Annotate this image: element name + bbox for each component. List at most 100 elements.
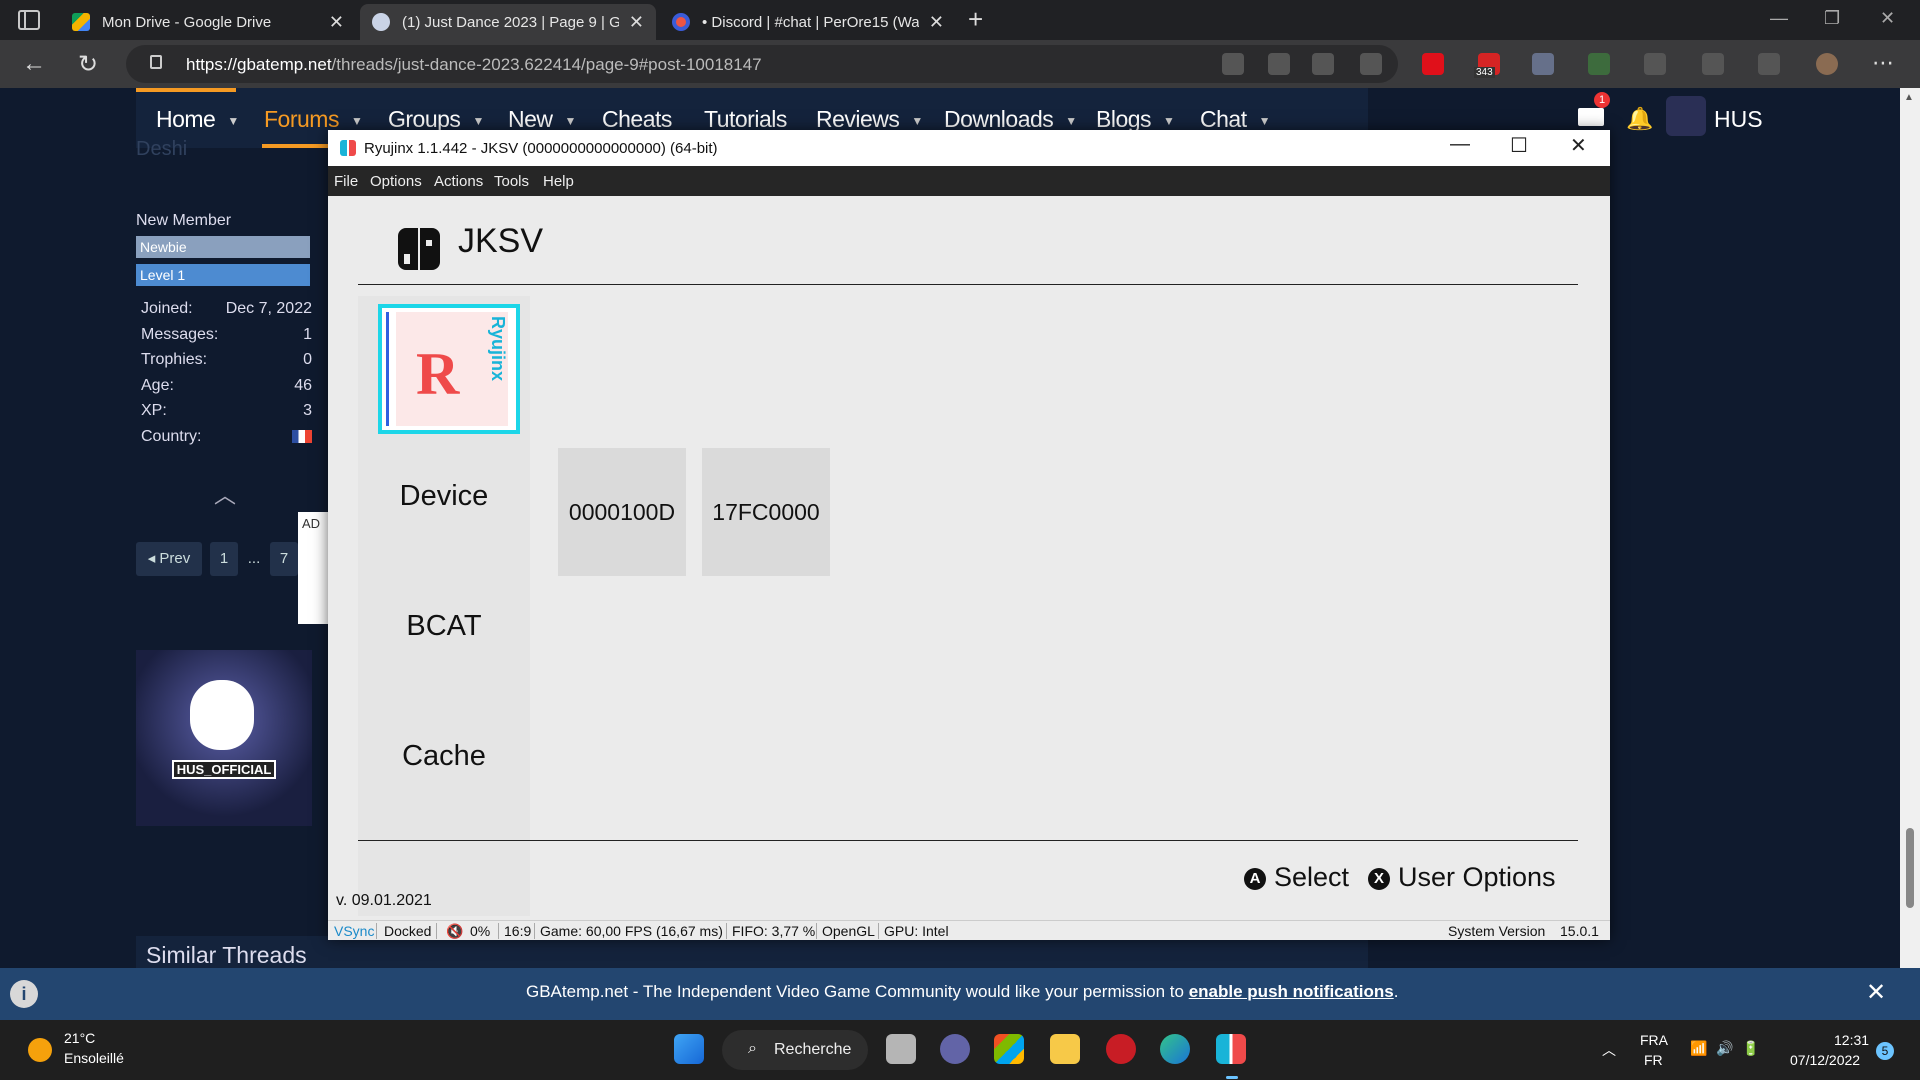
task-view-icon[interactable] xyxy=(886,1034,916,1064)
similar-threads-heading: Similar Threads xyxy=(146,942,307,968)
extensions-icon[interactable] xyxy=(1644,53,1666,75)
collections-icon[interactable] xyxy=(1758,53,1780,75)
battery-icon[interactable]: 🔋 xyxy=(1742,1040,1759,1057)
translate-icon[interactable] xyxy=(1312,53,1334,75)
nav-home[interactable]: Home ▼ xyxy=(156,106,239,133)
reload-icon[interactable]: ↻ xyxy=(78,50,98,79)
screen-icon[interactable] xyxy=(1588,53,1610,75)
page-7-button[interactable]: 7 xyxy=(270,542,298,576)
member-profile-card: Deshi New Member Newbie Level 1 Joined: … xyxy=(136,138,316,1008)
clock-date[interactable]: 07/12/2022 xyxy=(1790,1052,1860,1068)
menu-help[interactable]: Help xyxy=(543,173,574,190)
nav-tutorials[interactable]: Tutorials xyxy=(704,106,787,133)
username[interactable]: HUS xyxy=(1714,106,1763,133)
menu-tools[interactable]: Tools xyxy=(494,173,529,190)
app-available-icon[interactable] xyxy=(1222,53,1244,75)
scroll-up-icon[interactable]: ▲ xyxy=(1904,92,1914,103)
close-tab-icon[interactable]: ✕ xyxy=(629,12,644,33)
teams-chat-icon[interactable] xyxy=(940,1034,970,1064)
sidebar-item-cache[interactable]: Cache xyxy=(358,740,530,773)
app-icon[interactable] xyxy=(1106,1034,1136,1064)
shield-icon[interactable] xyxy=(1532,53,1554,75)
new-tab-button[interactable]: + xyxy=(968,4,983,35)
sidebar-item-device[interactable]: Device xyxy=(358,480,530,513)
youtube-extension-icon[interactable] xyxy=(1422,53,1444,75)
close-tab-icon[interactable]: ✕ xyxy=(329,12,344,33)
member-role: New Member xyxy=(136,212,232,229)
wifi-icon[interactable]: 📶 xyxy=(1690,1040,1707,1057)
sidebar-item-bcat[interactable]: BCAT xyxy=(358,610,530,643)
user-options-hint[interactable]: X User Options xyxy=(1368,862,1556,893)
menu-options[interactable]: Options xyxy=(370,173,422,190)
dock-mode-toggle[interactable]: Docked xyxy=(384,923,431,939)
tab-discord[interactable]: • Discord | #chat | PerOre15 (Wap ✕ xyxy=(660,4,956,40)
back-icon[interactable]: ← xyxy=(22,50,46,78)
nav-new[interactable]: New ▼ xyxy=(508,106,576,133)
user-card-selected[interactable]: R Ryujinx xyxy=(378,304,520,434)
menu-file[interactable]: File xyxy=(334,173,358,190)
member-name[interactable]: Deshi xyxy=(136,138,187,161)
scrollbar-thumb[interactable] xyxy=(1906,828,1914,908)
chevron-up-icon[interactable]: ︿ xyxy=(214,478,236,510)
sidebar-toggle-icon[interactable] xyxy=(18,10,40,30)
taskbar-search[interactable]: ⌕ Recherche xyxy=(722,1030,868,1070)
page-scrollbar[interactable]: ▲ ▼ xyxy=(1900,88,1920,1020)
clock-time[interactable]: 12:31 xyxy=(1834,1032,1869,1048)
discord-icon xyxy=(672,13,690,31)
windows-start-icon[interactable] xyxy=(674,1034,704,1064)
vsync-toggle[interactable]: VSync xyxy=(334,923,374,939)
ryujinx-taskbar-icon[interactable] xyxy=(1216,1034,1246,1064)
volume-icon[interactable]: 🔇 xyxy=(446,923,463,940)
ryujinx-window: Ryujinx 1.1.442 - JKSV (0000000000000000… xyxy=(328,130,1610,940)
restore-icon[interactable]: ❐ xyxy=(1824,8,1840,29)
notification-count-badge[interactable]: 5 xyxy=(1876,1042,1894,1060)
tab-label: (1) Just Dance 2023 | Page 9 | GBAtemp.n… xyxy=(402,13,619,31)
url-text: https://gbatemp.net/threads/just-dance-2… xyxy=(186,55,762,75)
fifo-status: FIFO: 3,77 % xyxy=(732,923,816,939)
nav-cheats[interactable]: Cheats xyxy=(602,106,672,133)
save-tile[interactable]: 17FC0000 xyxy=(702,448,830,576)
nav-reviews[interactable]: Reviews ▼ xyxy=(816,106,923,133)
url-field[interactable]: https://gbatemp.net/threads/just-dance-2… xyxy=(126,45,1398,83)
tab-google-drive[interactable]: Mon Drive - Google Drive ✕ xyxy=(60,4,356,40)
nav-blogs[interactable]: Blogs ▼ xyxy=(1096,106,1175,133)
mail-icon[interactable] xyxy=(1578,108,1604,126)
extension-badge-count: 343 xyxy=(1474,67,1495,78)
edge-icon[interactable] xyxy=(1160,1034,1190,1064)
select-hint[interactable]: A Select xyxy=(1244,862,1349,893)
minimize-icon[interactable]: — xyxy=(1450,133,1470,156)
close-window-icon[interactable]: ✕ xyxy=(1880,8,1895,29)
favorite-add-icon[interactable] xyxy=(1360,53,1382,75)
bell-icon[interactable]: 🔔 xyxy=(1626,106,1653,132)
profile-avatar[interactable] xyxy=(1816,53,1838,75)
nav-forums[interactable]: Forums ▼ xyxy=(264,106,363,133)
maximize-icon[interactable]: ☐ xyxy=(1510,133,1528,158)
save-tile[interactable]: 0000100D xyxy=(558,448,686,576)
speaker-icon[interactable]: 🔊 xyxy=(1716,1040,1733,1057)
language-secondary[interactable]: FR xyxy=(1644,1052,1663,1068)
read-aloud-icon[interactable] xyxy=(1268,53,1290,75)
tab-gbatemp[interactable]: (1) Just Dance 2023 | Page 9 | GBAtemp.n… xyxy=(360,4,656,40)
nav-groups[interactable]: Groups ▼ xyxy=(388,106,484,133)
minimize-icon[interactable]: — xyxy=(1770,8,1788,29)
enable-push-link[interactable]: enable push notifications xyxy=(1189,982,1394,1001)
close-icon[interactable]: ✕ xyxy=(1570,133,1587,158)
tray-expand-icon[interactable]: ︿ xyxy=(1602,1040,1616,1060)
language-primary[interactable]: FRA xyxy=(1640,1032,1668,1048)
store-icon[interactable] xyxy=(994,1034,1024,1064)
game-fps: Game: 60,00 FPS (16,67 ms) xyxy=(540,923,723,939)
page-1-button[interactable]: 1 xyxy=(210,542,238,576)
user-avatar[interactable] xyxy=(1666,96,1706,136)
close-tab-icon[interactable]: ✕ xyxy=(929,12,944,33)
notification-text: GBAtemp.net - The Independent Video Game… xyxy=(526,982,1189,1001)
close-banner-icon[interactable]: ✕ xyxy=(1866,978,1886,1007)
nav-downloads[interactable]: Downloads ▼ xyxy=(944,106,1077,133)
member-avatar-image[interactable]: HUS_OFFICIAL xyxy=(136,650,312,826)
favorites-icon[interactable] xyxy=(1702,53,1724,75)
nav-chat[interactable]: Chat ▼ xyxy=(1200,106,1271,133)
more-menu-icon[interactable]: ⋯ xyxy=(1872,50,1894,76)
aspect-ratio-toggle[interactable]: 16:9 xyxy=(504,923,531,939)
file-explorer-icon[interactable] xyxy=(1050,1034,1080,1064)
menu-actions[interactable]: Actions xyxy=(434,173,483,190)
prev-page-button[interactable]: ◂ Prev xyxy=(136,542,202,576)
